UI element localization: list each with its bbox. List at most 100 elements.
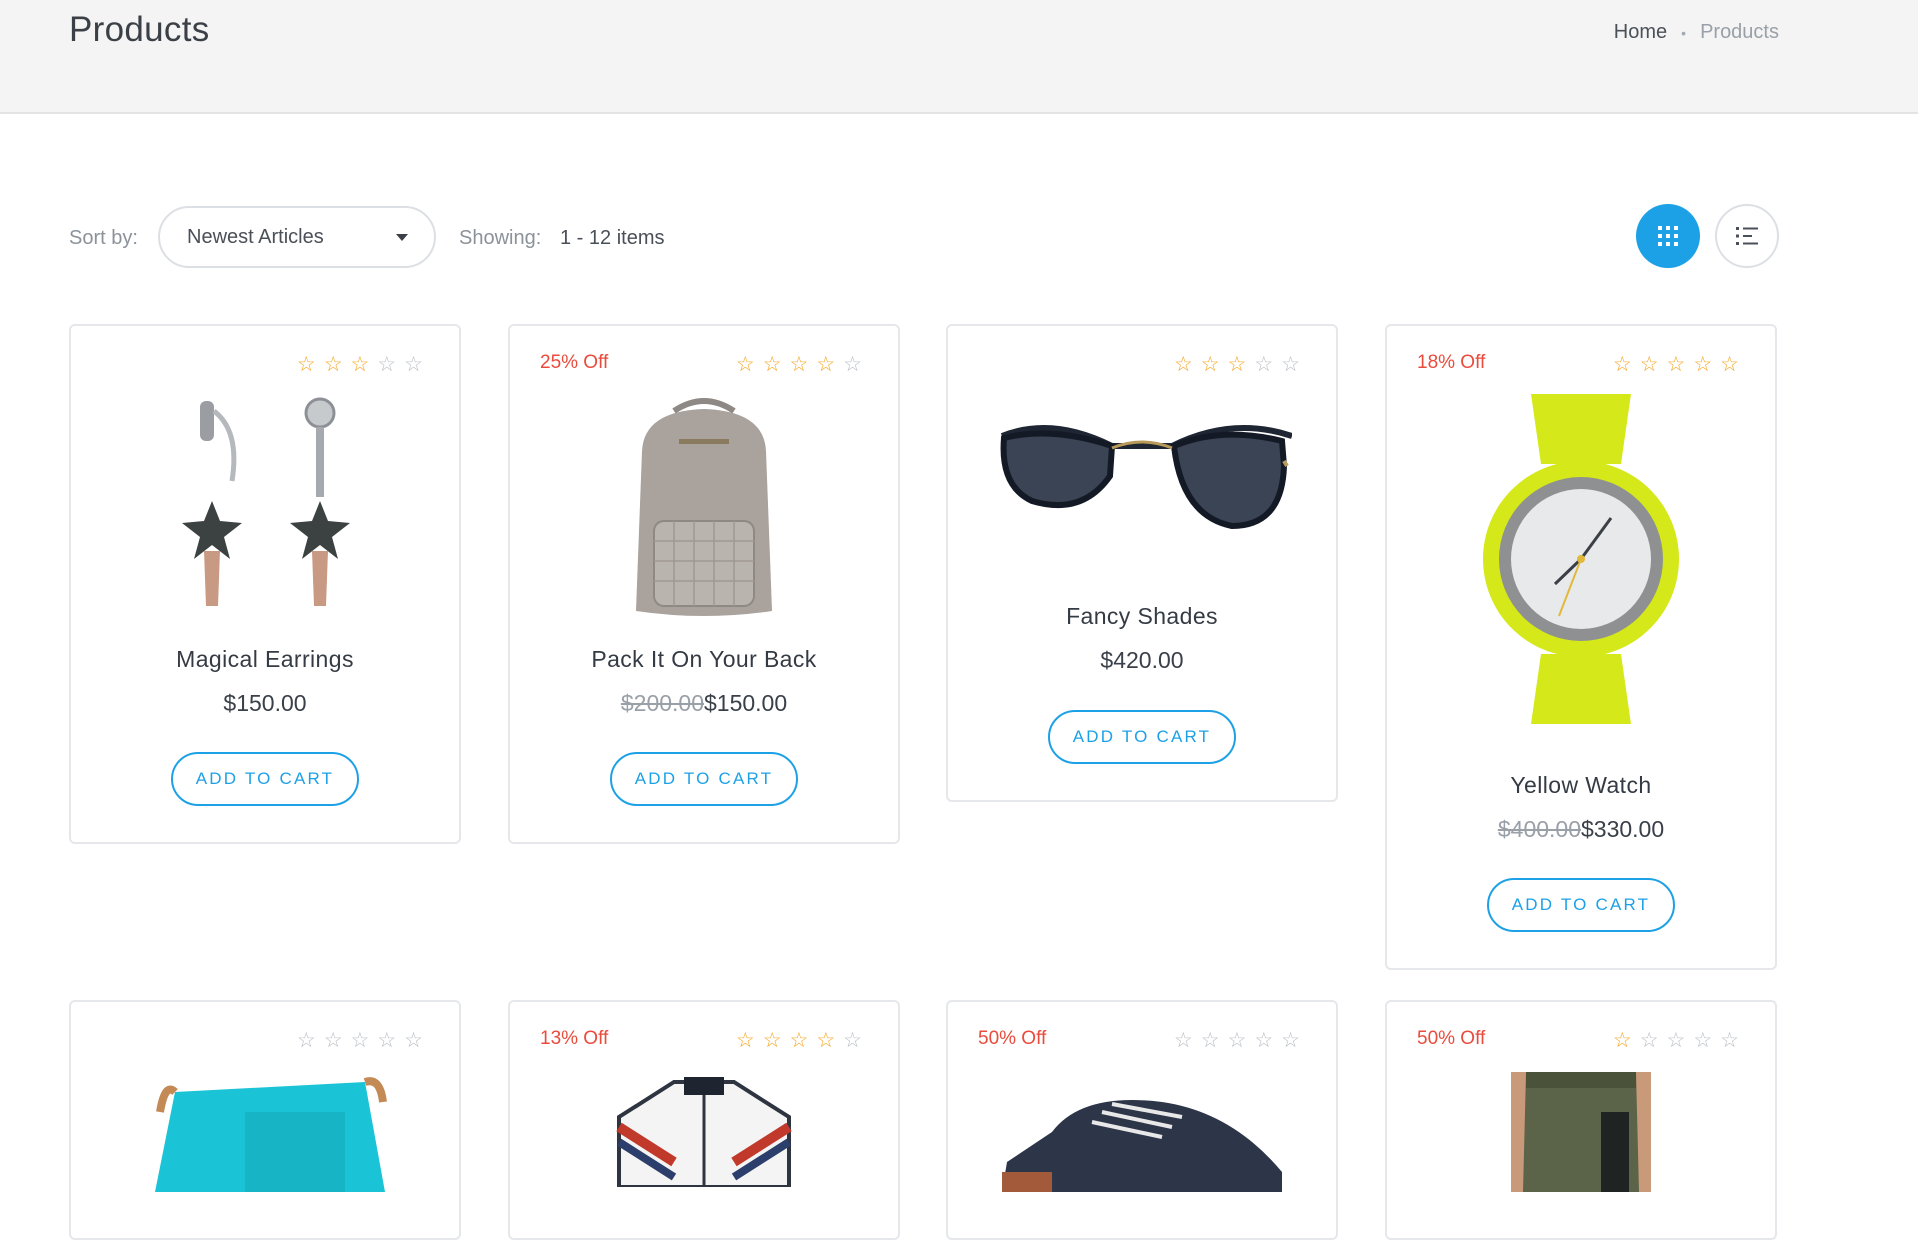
original-price: $400.00 (1497, 816, 1581, 842)
grid-view-button[interactable] (1636, 204, 1700, 268)
star-icon: ☆ (789, 353, 817, 376)
star-icon: ☆ (816, 353, 844, 376)
discount-badge: 50% Off (1417, 1028, 1486, 1049)
current-price: $150.00 (704, 690, 788, 716)
star-icon: ☆ (350, 1029, 378, 1052)
product-price: $400.00$330.00 (1387, 816, 1775, 843)
breadcrumb-home-link[interactable]: Home (1614, 21, 1667, 44)
star-icon: ☆ (762, 1029, 790, 1052)
product-name[interactable]: Yellow Watch (1387, 772, 1775, 799)
breadcrumb: Home • Products (1614, 21, 1779, 44)
add-to-cart-button[interactable]: ADD TO CART (1048, 710, 1236, 764)
product-card[interactable]: 18% Off ☆☆☆☆☆ Yellow Watch $400.00$330.0… (1385, 324, 1777, 970)
star-icon: ☆ (735, 353, 763, 376)
star-icon: ☆ (296, 353, 324, 376)
discount-badge: 25% Off (540, 352, 609, 373)
star-icon: ☆ (735, 1029, 763, 1052)
star-icon: ☆ (1254, 1029, 1282, 1052)
product-card[interactable]: ☆☆☆☆☆ (69, 1000, 461, 1240)
star-icon: ☆ (1227, 1029, 1255, 1052)
rating-stars: ☆☆☆☆☆ (1174, 352, 1308, 377)
product-card[interactable]: 13% Off ☆☆☆☆☆ (508, 1000, 900, 1240)
product-name[interactable]: Fancy Shades (948, 603, 1336, 630)
sunglasses-image (1000, 425, 1292, 530)
handbag-image (155, 1077, 387, 1192)
star-icon: ☆ (323, 1029, 351, 1052)
discount-badge: 18% Off (1417, 352, 1486, 373)
star-icon: ☆ (816, 1029, 844, 1052)
rating-stars: ☆☆☆☆☆ (1174, 1028, 1308, 1053)
sort-selected-value: Newest Articles (187, 226, 324, 248)
sneaker-image (1002, 1100, 1282, 1192)
sort-select[interactable]: Newest Articles (158, 206, 436, 268)
sort-label: Sort by: (69, 227, 138, 249)
star-icon: ☆ (843, 353, 870, 376)
star-icon: ☆ (1281, 353, 1308, 376)
product-name[interactable]: Magical Earrings (71, 646, 459, 673)
page-title: Products (69, 10, 210, 49)
star-icon: ☆ (1612, 1029, 1640, 1052)
rating-stars: ☆☆☆☆☆ (297, 1028, 431, 1053)
product-toolbar: Sort by: Newest Articles Showing: 1 - 12… (0, 204, 1918, 272)
star-icon: ☆ (404, 1029, 431, 1052)
product-name[interactable]: Pack It On Your Back (510, 646, 898, 673)
star-icon: ☆ (296, 1029, 324, 1052)
add-to-cart-button[interactable]: ADD TO CART (610, 752, 798, 806)
list-view-button[interactable] (1715, 204, 1779, 268)
product-card[interactable]: ☆☆☆☆☆ Magical Earrings $150.00 ADD TO CA… (69, 324, 461, 844)
discount-badge: 50% Off (978, 1028, 1047, 1049)
rating-stars: ☆☆☆☆☆ (1613, 352, 1747, 377)
showing-label: Showing: (459, 227, 542, 249)
product-card[interactable]: 50% Off ☆☆☆☆☆ (946, 1000, 1338, 1240)
star-icon: ☆ (1693, 353, 1721, 376)
star-icon: ☆ (789, 1029, 817, 1052)
showing-count: 1 - 12 items (560, 227, 665, 249)
star-icon: ☆ (1173, 353, 1201, 376)
page-header: Products Home • Products (0, 0, 1918, 114)
discount-badge: 13% Off (540, 1028, 609, 1049)
shorts-image (1511, 1072, 1651, 1192)
product-price: $200.00$150.00 (510, 690, 898, 717)
grid-icon (1658, 226, 1678, 246)
star-icon: ☆ (1227, 353, 1255, 376)
star-icon: ☆ (404, 353, 431, 376)
star-icon: ☆ (377, 1029, 405, 1052)
star-icon: ☆ (1639, 353, 1667, 376)
caret-down-icon (396, 234, 408, 241)
star-icon: ☆ (1693, 1029, 1721, 1052)
star-icon: ☆ (762, 353, 790, 376)
jacket-image (616, 1077, 792, 1187)
list-icon (1736, 227, 1758, 245)
earrings-image (182, 397, 350, 606)
add-to-cart-button[interactable]: ADD TO CART (1487, 878, 1675, 932)
backpack-image (636, 398, 772, 616)
product-card[interactable]: 25% Off ☆☆☆☆☆ Pack It On Your Back $200.… (508, 324, 900, 844)
star-icon: ☆ (323, 353, 351, 376)
star-icon: ☆ (1720, 1029, 1747, 1052)
breadcrumb-separator: • (1681, 24, 1687, 41)
star-icon: ☆ (843, 1029, 870, 1052)
star-icon: ☆ (1200, 1029, 1228, 1052)
product-price: $150.00 (71, 690, 459, 717)
star-icon: ☆ (350, 353, 378, 376)
star-icon: ☆ (1200, 353, 1228, 376)
star-icon: ☆ (1281, 1029, 1308, 1052)
star-icon: ☆ (1666, 1029, 1694, 1052)
product-card[interactable]: ☆☆☆☆☆ Fancy Shades $420.00 ADD TO CART (946, 324, 1338, 802)
star-icon: ☆ (1666, 353, 1694, 376)
add-to-cart-button[interactable]: ADD TO CART (171, 752, 359, 806)
star-icon: ☆ (1173, 1029, 1201, 1052)
star-icon: ☆ (1612, 353, 1640, 376)
product-card[interactable]: 50% Off ☆☆☆☆☆ (1385, 1000, 1777, 1240)
breadcrumb-current: Products (1700, 21, 1779, 43)
rating-stars: ☆☆☆☆☆ (736, 352, 870, 377)
watch-image (1483, 394, 1679, 724)
product-price: $420.00 (948, 647, 1336, 674)
star-icon: ☆ (1639, 1029, 1667, 1052)
star-icon: ☆ (377, 353, 405, 376)
current-price: $330.00 (1581, 816, 1665, 842)
star-icon: ☆ (1720, 353, 1747, 376)
current-price: $150.00 (223, 690, 307, 716)
original-price: $200.00 (620, 690, 704, 716)
star-icon: ☆ (1254, 353, 1282, 376)
